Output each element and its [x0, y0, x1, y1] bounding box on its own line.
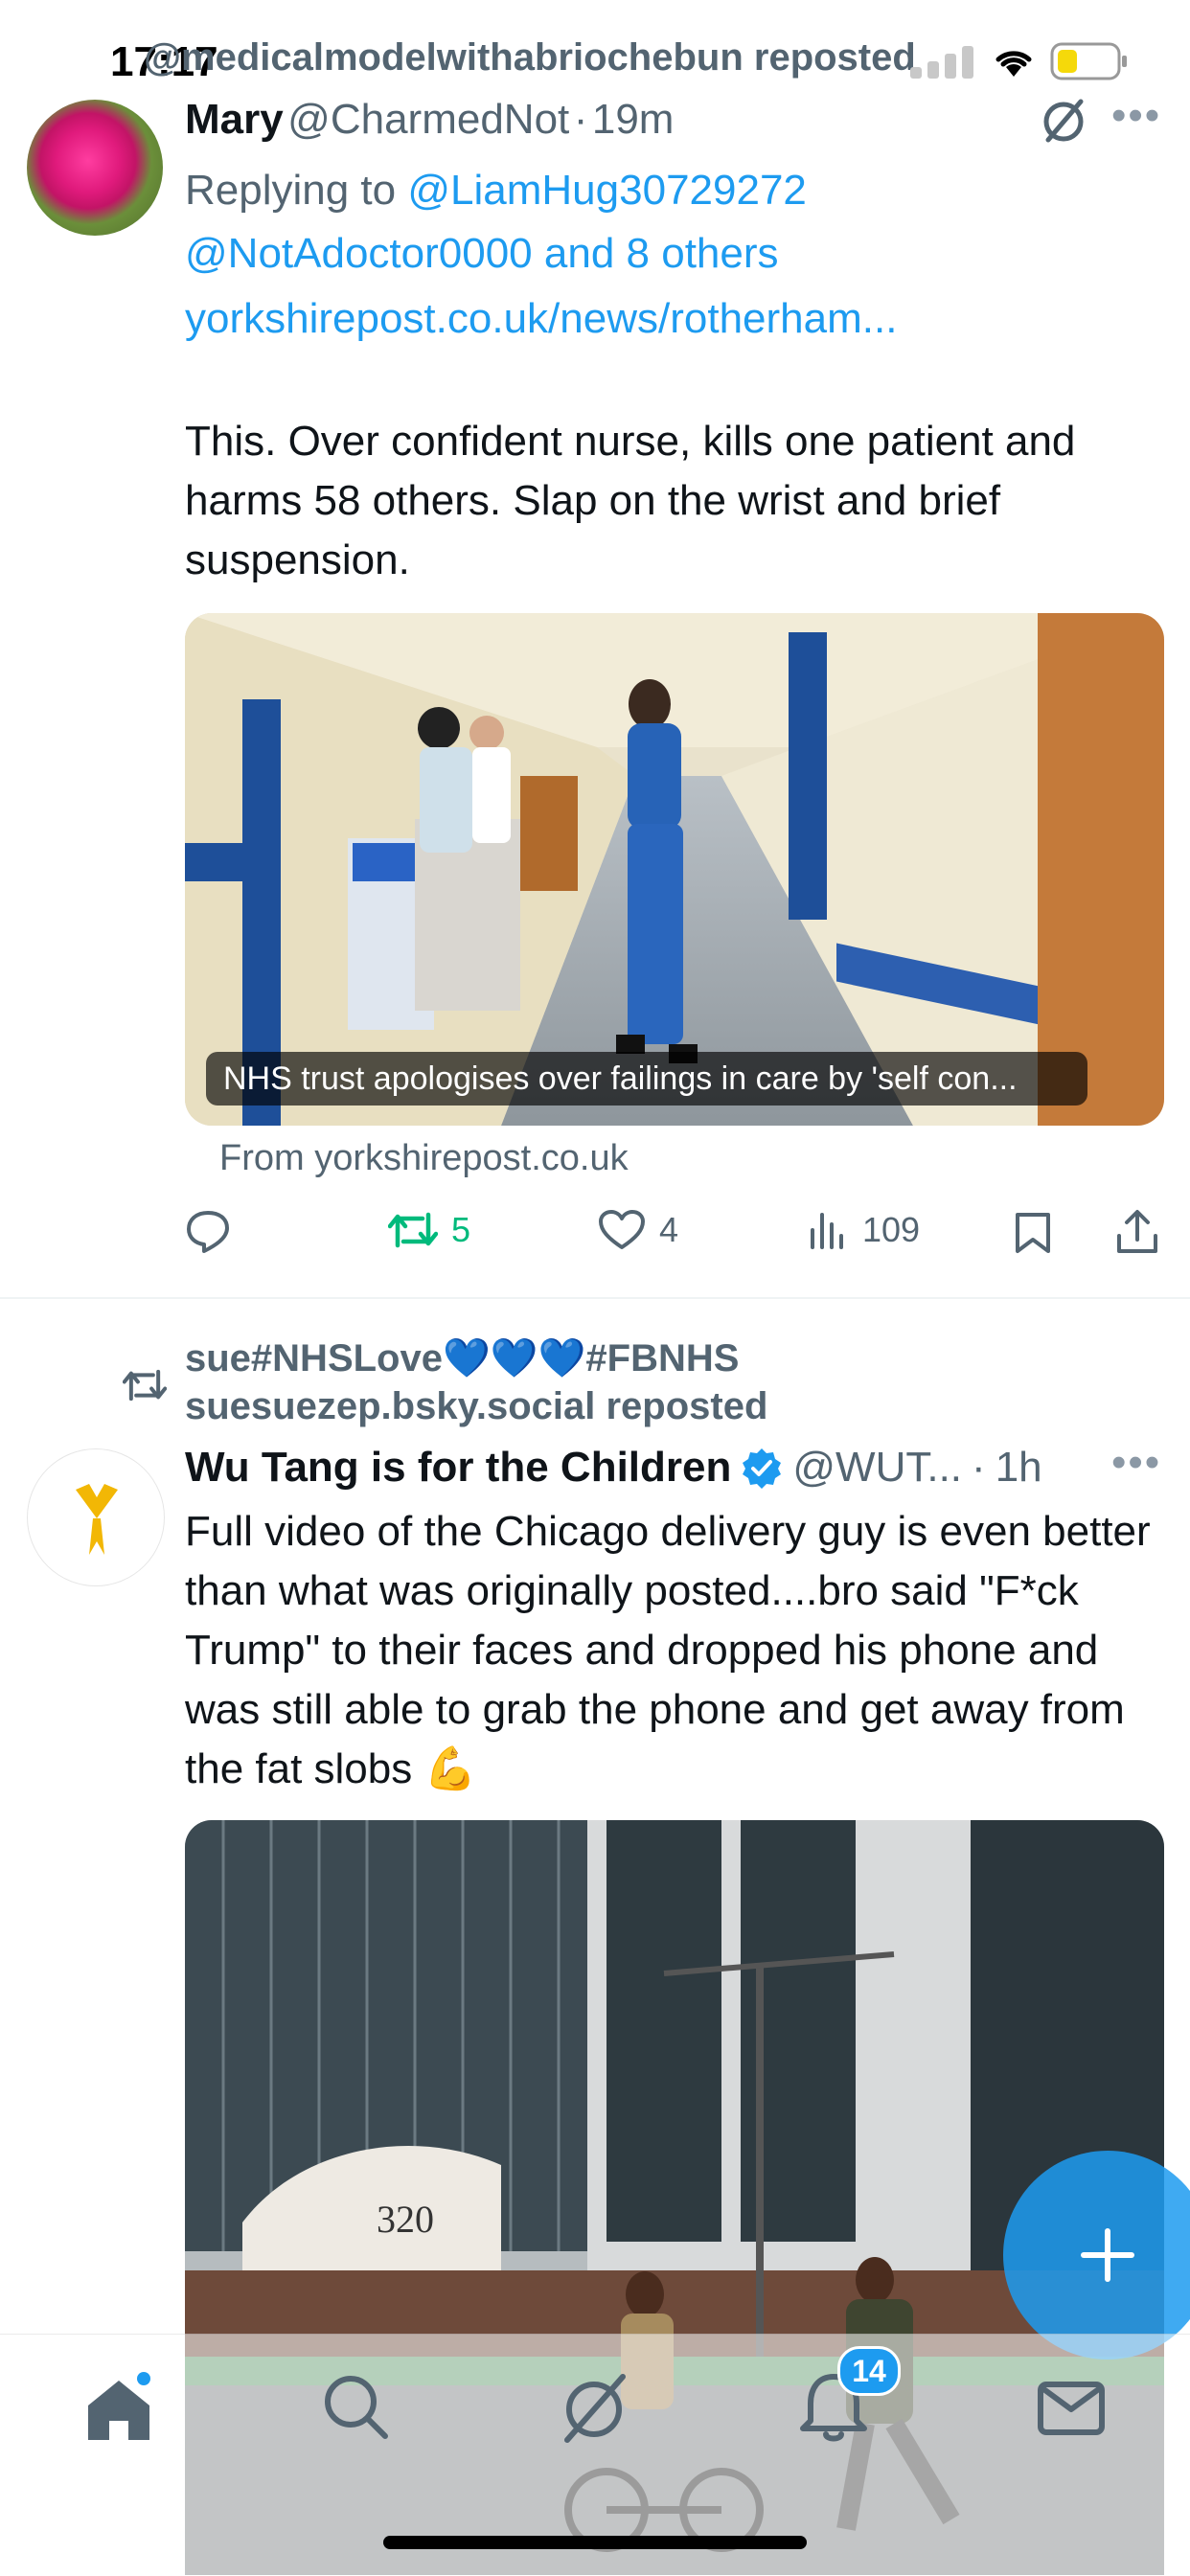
- reply-mention-1[interactable]: @LiamHug30729272: [407, 167, 807, 214]
- repost-indicator-icon: [123, 1369, 167, 1402]
- home-indicator: [383, 2536, 807, 2549]
- tweet2-separator: ·: [972, 1444, 986, 1491]
- building-number: 320: [377, 2198, 434, 2241]
- nav-search[interactable]: [318, 2369, 395, 2446]
- compose-fab[interactable]: [1003, 2151, 1190, 2359]
- bookmark-icon[interactable]: [1014, 1211, 1052, 1255]
- tweet1-link-card-image[interactable]: [185, 613, 1164, 1126]
- wutang-avatar[interactable]: [27, 1448, 165, 1586]
- repost-context-line-1: sue#NHSLove💙💙💙#FBNHS: [185, 1337, 740, 1379]
- share-icon[interactable]: [1115, 1209, 1159, 1255]
- verified-badge-icon: [743, 1448, 782, 1489]
- repost-count: 5: [451, 1210, 471, 1249]
- repost-context-line-2: suesuezep.bsky.social reposted: [185, 1385, 768, 1427]
- tweet1-card-source[interactable]: From yorkshirepost.co.uk: [219, 1138, 629, 1179]
- nav-messages[interactable]: [1033, 2369, 1110, 2446]
- home-icon: [88, 2372, 150, 2440]
- tweet1-text: This. Over confident nurse, kills one pa…: [185, 418, 1076, 583]
- mary-avatar[interactable]: [27, 100, 163, 236]
- envelope-icon: [1038, 2382, 1105, 2435]
- top-repost-banner[interactable]: @medicalmodelwithabriochebun reposted: [144, 36, 916, 80]
- grok-nav-icon: [564, 2374, 626, 2443]
- tweet2-text: Full video of the Chicago delivery guy i…: [185, 1508, 1151, 1792]
- nav-notifications[interactable]: 14: [795, 2346, 901, 2446]
- nav-home[interactable]: [80, 2369, 157, 2446]
- plus-icon: [1081, 2228, 1134, 2282]
- tweet1-timestamp: 19m: [591, 96, 675, 143]
- tweet2-timestamp: 1h: [995, 1444, 1042, 1491]
- repost-button[interactable]: 5: [388, 1209, 470, 1251]
- search-icon: [325, 2376, 388, 2439]
- tweet1-author-name[interactable]: Mary: [185, 96, 284, 143]
- views-count: 109: [862, 1210, 921, 1249]
- tweet2-header: Wu Tang is for the Children @WUT... · 1h: [185, 1444, 1042, 1492]
- tweet-divider: [0, 1297, 1190, 1299]
- tweet2-repost-context[interactable]: sue#NHSLove💙💙💙#FBNHS suesuezep.bsky.soci…: [185, 1334, 767, 1430]
- nav-grok[interactable]: [556, 2369, 632, 2446]
- tweet1-link[interactable]: yorkshirepost.co.uk/news/rotherham...: [185, 295, 897, 343]
- tweet1-card-caption: NHS trust apologises over failings in ca…: [206, 1052, 1087, 1106]
- reply-others-link[interactable]: and 8 others: [544, 230, 779, 277]
- grok-icon[interactable]: [1041, 96, 1087, 146]
- cellular-signal-icon: [910, 46, 973, 79]
- tweet1-separator: ·: [573, 96, 588, 143]
- tweet2-author-handle[interactable]: @WUT...: [792, 1444, 962, 1492]
- tweet1-more-icon[interactable]: •••: [1111, 92, 1161, 140]
- reply-mention-2[interactable]: @NotAdoctor0000: [185, 230, 533, 277]
- tweet1-header: Mary @CharmedNot · 19m: [185, 96, 674, 144]
- tweet1-reply-context: Replying to @LiamHug30729272 @NotAdoctor…: [185, 159, 1162, 285]
- views-button[interactable]: 109: [807, 1209, 920, 1251]
- hospital-corridor-image: [185, 613, 1164, 1126]
- tweet2-author-name[interactable]: Wu Tang is for the Children: [185, 1444, 731, 1492]
- heart-icon: [599, 1210, 645, 1249]
- replying-to-label: Replying to: [185, 167, 397, 214]
- reply-icon: [187, 1211, 229, 1253]
- notifications-badge: 14: [837, 2346, 901, 2396]
- views-icon: [811, 1213, 843, 1249]
- like-count: 4: [659, 1210, 679, 1249]
- reply-button[interactable]: [185, 1209, 231, 1253]
- battery-icon: [1050, 42, 1127, 80]
- tweet2-more-icon[interactable]: •••: [1111, 1439, 1161, 1487]
- like-button[interactable]: 4: [598, 1209, 678, 1251]
- wifi-icon: [995, 51, 1032, 77]
- tweet1-author-handle[interactable]: @CharmedNot: [287, 96, 569, 143]
- repost-icon: [388, 1212, 438, 1248]
- wutang-logo-icon: [76, 1484, 118, 1555]
